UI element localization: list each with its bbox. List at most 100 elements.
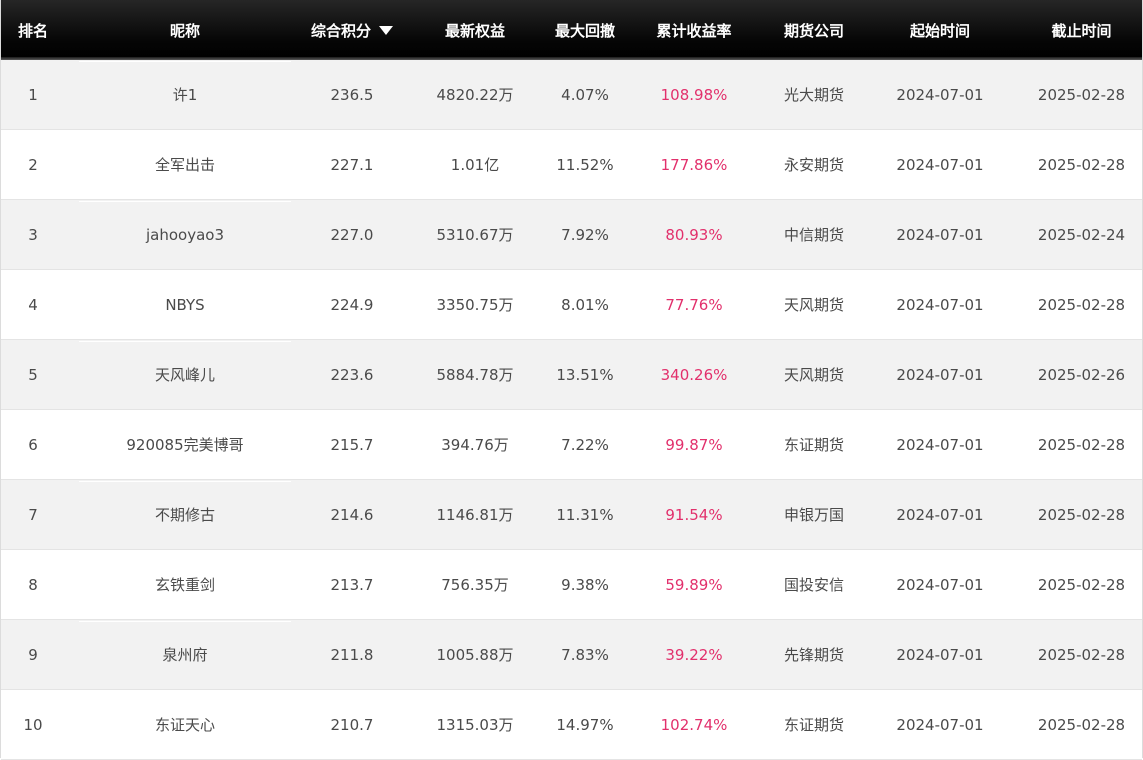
cumulative-return-cell: 99.87% (665, 435, 723, 454)
start-date-cell: 2024-07-01 (896, 575, 984, 594)
equity-cell: 5310.67万 (436, 226, 514, 244)
cumulative-return-cell: 108.98% (660, 85, 728, 104)
equity-cell: 1.01亿 (450, 156, 500, 174)
rank-cell: 1 (28, 85, 38, 104)
table-row[interactable]: 9 泉州府 211.8 1005.88万 7.83% 39.22% 先锋期货 2024-07-… (1, 620, 1142, 690)
broker-cell: 先锋期货 (783, 646, 844, 664)
header-score-label: 综合积分 (310, 21, 371, 40)
drawdown-cell: 7.83% (561, 645, 609, 664)
end-date-cell: 2025-02-28 (1037, 645, 1126, 664)
table-row[interactable]: 6 920085完美博哥 215.7 394.76万 7.22% 99.87% 东证期货 20… (1, 410, 1142, 480)
ranking-table: 排名 昵称 综合积分 最新权益 最大回撤 累计收益率 期货公司 起始时间 截止时… (0, 0, 1143, 760)
nickname-cell: 泉州府 (65, 620, 305, 689)
table-row[interactable]: 4 NBYS 224.9 3350.75万 8.01% 77.76% 天风期货 2024-07… (1, 270, 1142, 340)
table-row[interactable]: 8 玄铁重剑 213.7 756.35万 9.38% 59.89% 国投安信 2024-07-… (1, 550, 1142, 620)
score-cell: 227.1 (330, 155, 374, 174)
header-equity: 最新权益 (444, 21, 505, 40)
cumulative-return-cell: 340.26% (660, 365, 728, 384)
score-cell: 215.7 (330, 435, 374, 454)
end-date-cell: 2025-02-24 (1037, 225, 1126, 244)
equity-cell: 4820.22万 (436, 86, 514, 104)
score-cell: 213.7 (330, 575, 374, 594)
equity-cell: 5884.78万 (436, 366, 514, 384)
nickname-cell: 东证天心 (154, 716, 215, 734)
header-cumulative-return: 累计收益率 (656, 21, 732, 40)
equity-cell: 3350.75万 (436, 296, 514, 314)
broker-cell: 天风期货 (783, 366, 844, 384)
header-broker: 期货公司 (783, 21, 844, 40)
nickname-cell: 不期修古 (65, 480, 305, 549)
table-row[interactable]: 5 天风峰儿 223.6 5884.78万 13.51% 340.26% 天风期货 2024-… (1, 340, 1142, 410)
start-date-cell: 2024-07-01 (896, 85, 984, 104)
equity-cell: 1146.81万 (436, 506, 514, 524)
table-row[interactable]: 1 许1 236.5 4820.22万 4.07% 108.98% 光大期货 2024-07-… (1, 60, 1142, 130)
header-drawdown: 最大回撤 (554, 21, 615, 40)
table-body: 1 许1 236.5 4820.22万 4.07% 108.98% 光大期货 2024-07-… (1, 60, 1142, 760)
drawdown-cell: 13.51% (556, 365, 614, 384)
rank-cell: 8 (28, 575, 38, 594)
drawdown-cell: 8.01% (561, 295, 609, 314)
rank-cell: 6 (28, 435, 38, 454)
table-row[interactable]: 3 jahooyao3 227.0 5310.67万 7.92% 80.93% 中信期货 20… (1, 200, 1142, 270)
broker-cell: 光大期货 (783, 86, 844, 104)
table-row[interactable]: 10 东证天心 210.7 1315.03万 14.97% 102.74% 东证期货 2024… (1, 690, 1142, 760)
nickname-cell: 玄铁重剑 (154, 576, 215, 594)
rank-cell: 5 (28, 365, 38, 384)
end-date-cell: 2025-02-28 (1037, 85, 1126, 104)
header-rank: 排名 (17, 21, 48, 40)
cumulative-return-cell: 102.74% (660, 715, 728, 734)
drawdown-cell: 4.07% (561, 85, 609, 104)
end-date-cell: 2025-02-28 (1037, 575, 1126, 594)
start-date-cell: 2024-07-01 (896, 155, 984, 174)
rank-cell: 10 (23, 715, 43, 734)
nickname-cell: 许1 (65, 60, 305, 129)
rank-cell: 4 (28, 295, 38, 314)
end-date-cell: 2025-02-28 (1037, 155, 1126, 174)
score-cell: 214.6 (330, 505, 374, 524)
equity-cell: 756.35万 (441, 576, 509, 594)
equity-cell: 1005.88万 (436, 646, 514, 664)
start-date-cell: 2024-07-01 (896, 295, 984, 314)
drawdown-cell: 11.31% (556, 505, 614, 524)
start-date-cell: 2024-07-01 (896, 435, 984, 454)
end-date-cell: 2025-02-28 (1037, 295, 1126, 314)
cumulative-return-cell: 39.22% (665, 645, 723, 664)
end-date-cell: 2025-02-28 (1037, 715, 1126, 734)
score-cell: 224.9 (330, 295, 374, 314)
broker-cell: 东证期货 (783, 436, 844, 454)
equity-cell: 1315.03万 (436, 716, 514, 734)
start-date-cell: 2024-07-01 (896, 505, 984, 524)
rank-cell: 9 (28, 645, 38, 664)
score-cell: 210.7 (330, 715, 374, 734)
score-cell: 236.5 (330, 85, 374, 104)
start-date-cell: 2024-07-01 (896, 365, 984, 384)
end-date-cell: 2025-02-28 (1037, 435, 1126, 454)
start-date-cell: 2024-07-01 (896, 645, 984, 664)
equity-cell: 394.76万 (441, 436, 509, 454)
drawdown-cell: 7.22% (561, 435, 609, 454)
drawdown-cell: 11.52% (556, 155, 614, 174)
nickname-cell: 天风峰儿 (65, 340, 305, 409)
start-date-cell: 2024-07-01 (896, 225, 984, 244)
broker-cell: 中信期货 (783, 226, 844, 244)
cumulative-return-cell: 77.76% (665, 295, 723, 314)
broker-cell: 申银万国 (783, 506, 844, 524)
table-row[interactable]: 2 全军出击 227.1 1.01亿 11.52% 177.86% 永安期货 2024-07-… (1, 130, 1142, 200)
score-cell: 211.8 (330, 645, 374, 664)
header-start-date: 起始时间 (909, 21, 970, 40)
nickname-cell: 全军出击 (154, 156, 215, 174)
broker-cell: 永安期货 (783, 156, 844, 174)
header-score-sort[interactable]: 综合积分 (305, 0, 399, 60)
drawdown-cell: 7.92% (561, 225, 609, 244)
rank-cell: 3 (28, 225, 38, 244)
broker-cell: 国投安信 (783, 576, 844, 594)
table-row[interactable]: 7 不期修古 214.6 1146.81万 11.31% 91.54% 申银万国 2024-0… (1, 480, 1142, 550)
nickname-cell: jahooyao3 (65, 200, 305, 269)
start-date-cell: 2024-07-01 (896, 715, 984, 734)
end-date-cell: 2025-02-28 (1037, 505, 1126, 524)
sort-desc-triangle-icon[interactable] (379, 26, 393, 35)
cumulative-return-cell: 177.86% (660, 155, 728, 174)
cumulative-return-cell: 91.54% (665, 505, 723, 524)
header-end-date: 截止时间 (1051, 21, 1112, 40)
drawdown-cell: 14.97% (556, 715, 614, 734)
